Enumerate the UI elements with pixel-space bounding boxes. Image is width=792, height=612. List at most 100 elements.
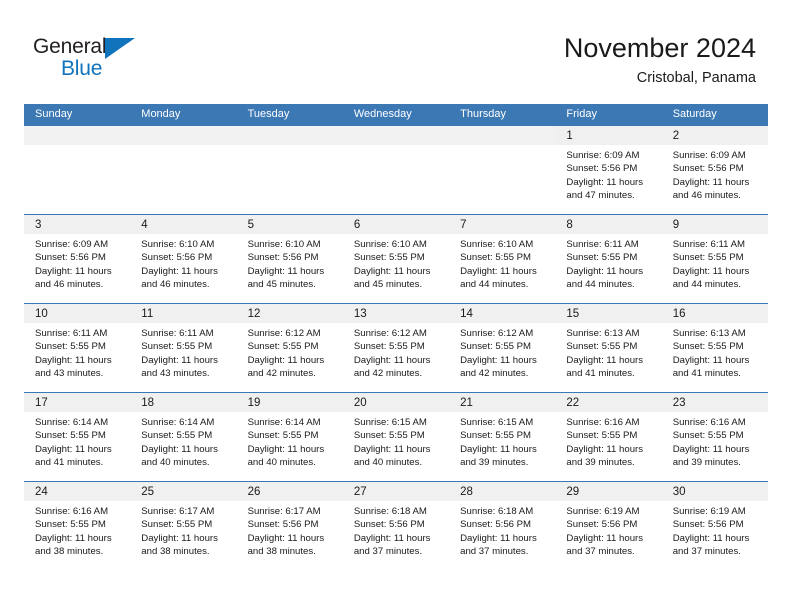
- day-info-line: Daylight: 11 hours: [566, 176, 644, 188]
- day-number-band: 22: [555, 393, 662, 412]
- day-info-line: Sunset: 5:56 PM: [566, 519, 638, 531]
- day-cell[interactable]: 25 Sunrise: 6:17 AM Sunset: 5:55 PM Dayligh…: [130, 481, 237, 570]
- day-number: 4: [141, 219, 148, 231]
- day-cell[interactable]: 23 Sunrise: 6:16 AM Sunset: 5:55 PM Dayligh…: [661, 392, 768, 481]
- day-number: 9: [672, 219, 680, 231]
- logo-triangle-icon: [105, 38, 135, 59]
- day-info: Sunrise: 6:11 AM Sunset: 5:55 PM Daylight:…: [555, 234, 661, 292]
- page-title: November 2024: [563, 33, 756, 63]
- day-info-line: Sunrise: 6:17 AM: [141, 506, 215, 517]
- weekday-header-thursday: Thursday: [460, 108, 506, 120]
- day-info-line: Sunrise: 6:17 AM: [247, 506, 321, 517]
- day-number: 14: [460, 308, 473, 320]
- day-number: 10: [35, 308, 48, 320]
- day-info-line: and 40 minutes.: [353, 457, 423, 469]
- day-number-band: 2: [661, 126, 768, 145]
- day-info-line: and 45 minutes.: [353, 279, 423, 291]
- day-cell[interactable]: 7 Sunrise: 6:10 AM Sunset: 5:55 PM Daylight…: [449, 214, 556, 303]
- day-cell[interactable]: 4 Sunrise: 6:10 AM Sunset: 5:56 PM Daylight…: [130, 214, 237, 303]
- day-cell[interactable]: 8 Sunrise: 6:11 AM Sunset: 5:55 PM Daylight…: [555, 214, 662, 303]
- day-info: Sunrise: 6:14 AM Sunset: 5:55 PM Daylight:…: [237, 412, 343, 470]
- day-cell[interactable]: 14 Sunrise: 6:12 AM Sunset: 5:55 PM Dayligh…: [449, 303, 556, 392]
- day-info-line: and 47 minutes.: [566, 190, 635, 202]
- day-cell[interactable]: 5 Sunrise: 6:10 AM Sunset: 5:56 PM Daylight…: [236, 214, 343, 303]
- day-info-line: Sunrise: 6:12 AM: [247, 328, 321, 339]
- day-cell[interactable]: 30 Sunrise: 6:19 AM Sunset: 5:56 PM Dayligh…: [661, 481, 768, 570]
- day-info-line: Sunrise: 6:10 AM: [141, 239, 215, 250]
- day-cell[interactable]: 20 Sunrise: 6:15 AM Sunset: 5:55 PM Dayligh…: [342, 392, 450, 481]
- day-cell[interactable]: 29 Sunrise: 6:19 AM Sunset: 5:56 PM Dayligh…: [555, 481, 662, 570]
- day-number-band: 6: [342, 215, 450, 234]
- day-cell[interactable]: 15 Sunrise: 6:13 AM Sunset: 5:55 PM Dayligh…: [555, 303, 662, 392]
- day-info: Sunrise: 6:09 AM Sunset: 5:56 PM Daylight:…: [24, 234, 130, 292]
- day-info-line: and 42 minutes.: [247, 368, 316, 380]
- day-cell[interactable]: 3 Sunrise: 6:09 AM Sunset: 5:56 PM Daylight…: [24, 214, 131, 303]
- day-info-line: Sunset: 5:56 PM: [247, 252, 319, 264]
- day-number-band: [236, 126, 343, 145]
- day-info-line: Sunrise: 6:10 AM: [460, 239, 534, 250]
- day-cell[interactable]: 21 Sunrise: 6:15 AM Sunset: 5:55 PM Dayligh…: [449, 392, 556, 481]
- weekday-header-sunday: Sunday: [35, 108, 73, 120]
- week-row: 17 Sunrise: 6:14 AM Sunset: 5:55 PM Dayligh…: [24, 392, 768, 481]
- day-cell-empty: [342, 125, 450, 214]
- day-number-band: [449, 126, 556, 145]
- day-cell[interactable]: 26 Sunrise: 6:17 AM Sunset: 5:56 PM Dayligh…: [236, 481, 343, 570]
- day-number-band: 24: [24, 482, 131, 501]
- day-cell[interactable]: 9 Sunrise: 6:11 AM Sunset: 5:55 PM Daylight…: [661, 214, 768, 303]
- day-info: Sunrise: 6:11 AM Sunset: 5:55 PM Daylight:…: [130, 323, 236, 381]
- day-cell[interactable]: 22 Sunrise: 6:16 AM Sunset: 5:55 PM Dayligh…: [555, 392, 662, 481]
- day-number: 21: [460, 397, 473, 409]
- day-info-line: Daylight: 11 hours: [566, 265, 644, 277]
- general-blue-logo[interactable]: General Blue: [33, 36, 153, 86]
- day-cell[interactable]: 18 Sunrise: 6:14 AM Sunset: 5:55 PM Dayligh…: [130, 392, 237, 481]
- day-info-line: Daylight: 11 hours: [353, 532, 431, 544]
- day-cell[interactable]: 28 Sunrise: 6:18 AM Sunset: 5:56 PM Dayligh…: [449, 481, 556, 570]
- day-info-line: Sunset: 5:56 PM: [672, 163, 744, 175]
- day-info: Sunrise: 6:13 AM Sunset: 5:55 PM Daylight:…: [662, 323, 768, 381]
- day-cell[interactable]: 11 Sunrise: 6:11 AM Sunset: 5:55 PM Dayligh…: [130, 303, 237, 392]
- day-cell[interactable]: 2 Sunrise: 6:09 AM Sunset: 5:56 PM Daylight…: [661, 125, 768, 214]
- day-cell[interactable]: 19 Sunrise: 6:14 AM Sunset: 5:55 PM Dayligh…: [236, 392, 343, 481]
- day-info: Sunrise: 6:19 AM Sunset: 5:56 PM Daylight:…: [662, 501, 768, 559]
- day-cell[interactable]: 17 Sunrise: 6:14 AM Sunset: 5:55 PM Dayligh…: [24, 392, 131, 481]
- day-number: 19: [247, 397, 261, 409]
- day-number-band: 17: [24, 393, 131, 412]
- day-info-line: Sunset: 5:55 PM: [35, 430, 106, 442]
- day-cell[interactable]: 24 Sunrise: 6:16 AM Sunset: 5:55 PM Dayligh…: [24, 481, 131, 570]
- day-number-band: 4: [130, 215, 237, 234]
- day-cell[interactable]: 12 Sunrise: 6:12 AM Sunset: 5:55 PM Dayligh…: [236, 303, 343, 392]
- day-info-line: and 44 minutes.: [460, 279, 529, 291]
- day-number: 20: [353, 397, 367, 409]
- day-info-line: Daylight: 11 hours: [141, 265, 218, 277]
- week-row: 10 Sunrise: 6:11 AM Sunset: 5:55 PM Dayligh…: [24, 303, 768, 392]
- day-info: Sunrise: 6:18 AM Sunset: 5:56 PM Daylight:…: [343, 501, 449, 559]
- day-info-line: Daylight: 11 hours: [460, 532, 537, 544]
- day-info-line: and 40 minutes.: [247, 457, 316, 469]
- day-cell[interactable]: 13 Sunrise: 6:12 AM Sunset: 5:55 PM Dayligh…: [342, 303, 450, 392]
- day-info-line: and 41 minutes.: [35, 457, 104, 469]
- day-info-line: Sunset: 5:55 PM: [672, 341, 744, 353]
- weekday-header-friday: Friday: [566, 108, 597, 120]
- day-info-line: Sunrise: 6:14 AM: [247, 417, 321, 428]
- day-number-band: 23: [661, 393, 768, 412]
- day-cell[interactable]: 1 Sunrise: 6:09 AM Sunset: 5:56 PM Daylight…: [555, 125, 662, 214]
- day-info-line: Sunrise: 6:11 AM: [141, 328, 214, 339]
- day-info-line: Sunset: 5:56 PM: [353, 519, 425, 531]
- page-subtitle: Cristobal, Panama: [636, 70, 756, 86]
- day-info: Sunrise: 6:09 AM Sunset: 5:56 PM Daylight:…: [555, 145, 661, 203]
- day-number-band: 9: [661, 215, 768, 234]
- day-info-line: and 40 minutes.: [141, 457, 210, 469]
- day-cell[interactable]: 10 Sunrise: 6:11 AM Sunset: 5:55 PM Dayligh…: [24, 303, 131, 392]
- day-cell[interactable]: 6 Sunrise: 6:10 AM Sunset: 5:55 PM Daylight…: [342, 214, 450, 303]
- day-info-line: and 37 minutes.: [353, 546, 423, 558]
- day-info-line: Sunset: 5:55 PM: [247, 430, 319, 442]
- day-cell-empty: [130, 125, 237, 214]
- title-block: November 2024 Cristobal, Panama: [564, 32, 756, 88]
- day-cell[interactable]: 16 Sunrise: 6:13 AM Sunset: 5:55 PM Dayligh…: [661, 303, 768, 392]
- day-info-line: Sunset: 5:55 PM: [141, 341, 213, 353]
- day-info: [130, 145, 236, 149]
- day-info-line: Sunset: 5:56 PM: [35, 252, 106, 264]
- day-cell[interactable]: 27 Sunrise: 6:18 AM Sunset: 5:56 PM Dayligh…: [342, 481, 450, 570]
- weekday-header-wednesday: Wednesday: [353, 108, 412, 120]
- day-info-line: Sunset: 5:55 PM: [141, 519, 213, 531]
